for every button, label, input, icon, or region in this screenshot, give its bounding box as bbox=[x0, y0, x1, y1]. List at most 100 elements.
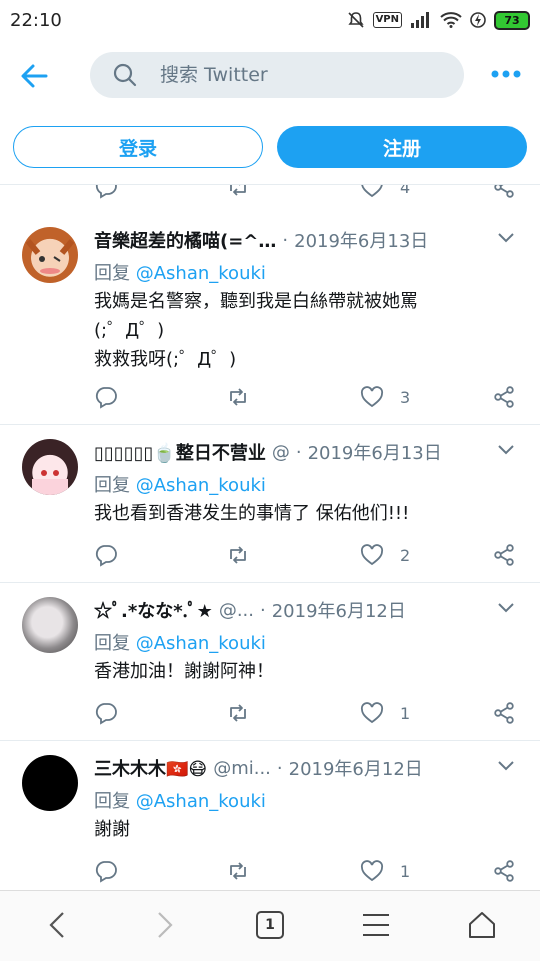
avatar[interactable] bbox=[22, 597, 78, 653]
author-name[interactable]: 三木木木🇭🇰😷 bbox=[94, 755, 207, 781]
home-button[interactable] bbox=[462, 907, 502, 943]
share-button[interactable] bbox=[492, 857, 516, 885]
like-button[interactable]: 3 bbox=[360, 383, 410, 411]
home-icon bbox=[469, 912, 495, 938]
retweet-icon bbox=[230, 704, 246, 722]
tweet-item[interactable]: ▯▯▯▯▯▯🍵整日不营业 @ · 2019年6月13日 回复 @Ashan_ko… bbox=[0, 425, 540, 583]
chevron-down-icon[interactable] bbox=[496, 443, 516, 457]
like-button[interactable]: 1 bbox=[360, 699, 410, 727]
tweet-date[interactable]: 2019年6月12日 bbox=[289, 755, 423, 781]
status-bar: 22:10 VPN 73 bbox=[0, 0, 540, 40]
tweet-content: 音樂超差的橘喵(=^… · 2019年6月13日 回复 @Ashan_kouki… bbox=[94, 225, 526, 374]
tweet-header: ☆ﾟ.*なな*.ﾟ★ @... · 2019年6月12日 bbox=[94, 595, 526, 625]
tweet-item[interactable]: ☆ﾟ.*なな*.ﾟ★ @... · 2019年6月12日 回复 @Ashan_k… bbox=[0, 583, 540, 741]
mention-link[interactable]: @Ashan_kouki bbox=[136, 633, 266, 654]
reply-icon bbox=[95, 545, 117, 567]
separator-dot: · bbox=[259, 599, 266, 621]
chevron-left-icon bbox=[49, 912, 64, 938]
author-handle[interactable]: @mi... bbox=[213, 758, 271, 779]
reply-button[interactable] bbox=[94, 541, 118, 569]
mention-link[interactable]: @Ashan_kouki bbox=[136, 263, 266, 284]
retweet-icon bbox=[230, 546, 246, 564]
search-icon bbox=[113, 63, 137, 87]
tweet-content: ☆ﾟ.*なな*.ﾟ★ @... · 2019年6月12日 回复 @Ashan_k… bbox=[94, 595, 526, 686]
heart-icon bbox=[360, 386, 384, 408]
chevron-down-icon[interactable] bbox=[496, 759, 516, 773]
author-name[interactable]: 音樂超差的橘喵(=^… bbox=[94, 227, 276, 253]
mention-link[interactable]: @Ashan_kouki bbox=[136, 475, 266, 496]
reply-button[interactable] bbox=[94, 185, 118, 201]
share-button[interactable] bbox=[492, 185, 516, 201]
share-button[interactable] bbox=[492, 541, 516, 569]
avatar-art bbox=[32, 470, 68, 495]
heart-icon bbox=[360, 860, 384, 882]
tweet-actions: 1 bbox=[94, 699, 524, 727]
reply-context: 回复 @Ashan_kouki bbox=[94, 629, 526, 655]
separator-dot: · bbox=[295, 441, 302, 463]
tweet-text: 我媽是名警察，聽到我是白絲帶就被她罵 (;゜Д゜) 救救我呀(;゜Д゜) bbox=[94, 291, 418, 370]
chevron-down-icon[interactable] bbox=[496, 231, 516, 245]
author-handle[interactable]: @ bbox=[272, 442, 290, 463]
like-button[interactable]: 4 bbox=[360, 184, 411, 201]
reply-button[interactable] bbox=[94, 699, 118, 727]
tabs-button[interactable]: 1 bbox=[250, 907, 290, 943]
chevron-right-icon bbox=[158, 912, 173, 938]
retweet-button[interactable] bbox=[226, 857, 250, 885]
retweet-button[interactable] bbox=[226, 185, 250, 201]
reply-button[interactable] bbox=[94, 857, 118, 885]
tweet-date[interactable]: 2019年6月12日 bbox=[272, 597, 406, 623]
menu-button[interactable] bbox=[356, 907, 396, 943]
retweet-button[interactable] bbox=[226, 699, 250, 727]
tweet-item[interactable]: 三木木木🇭🇰😷 @mi... · 2019年6月12日 回复 @Ashan_ko… bbox=[0, 741, 540, 891]
share-icon bbox=[494, 702, 514, 724]
tweet-item[interactable]: 音樂超差的橘喵(=^… · 2019年6月13日 回复 @Ashan_kouki… bbox=[0, 213, 540, 425]
retweet-button[interactable] bbox=[226, 541, 250, 569]
like-count: 1 bbox=[400, 861, 411, 881]
avatar[interactable] bbox=[22, 439, 78, 495]
tweet-text: 香港加油！謝謝阿神！ bbox=[94, 661, 274, 682]
status-time: 22:10 bbox=[10, 9, 62, 31]
like-count: 2 bbox=[400, 545, 411, 565]
back-arrow-icon[interactable] bbox=[16, 58, 52, 94]
like-button[interactable]: 1 bbox=[360, 857, 410, 885]
reply-prefix: 回复 bbox=[94, 475, 130, 496]
tweet-actions: 1 bbox=[94, 857, 524, 885]
more-options-icon[interactable] bbox=[490, 64, 522, 84]
reply-button[interactable] bbox=[94, 383, 118, 411]
search-input[interactable] bbox=[158, 63, 422, 87]
menu-icon bbox=[363, 914, 389, 936]
signup-button[interactable]: 注册 bbox=[277, 126, 527, 168]
tweet-header: 音樂超差的橘喵(=^… · 2019年6月13日 bbox=[94, 225, 526, 255]
vpn-badge: VPN bbox=[372, 12, 402, 28]
chevron-down-icon[interactable] bbox=[496, 601, 516, 615]
share-icon bbox=[494, 185, 514, 198]
avatar[interactable] bbox=[22, 227, 78, 283]
reply-prefix: 回复 bbox=[94, 633, 130, 654]
retweet-icon bbox=[230, 388, 246, 406]
share-button[interactable] bbox=[492, 699, 516, 727]
retweet-button[interactable] bbox=[226, 383, 250, 411]
login-button[interactable]: 登录 bbox=[13, 126, 263, 168]
author-name[interactable]: ☆ﾟ.*なな*.ﾟ★ bbox=[94, 597, 213, 623]
nav-back-button[interactable] bbox=[38, 907, 78, 943]
author-name[interactable]: ▯▯▯▯▯▯🍵整日不营业 bbox=[94, 439, 266, 465]
share-button[interactable] bbox=[492, 383, 516, 411]
like-count: 1 bbox=[400, 703, 411, 723]
status-icons: VPN 73 bbox=[347, 10, 530, 30]
search-bar[interactable] bbox=[90, 52, 464, 98]
separator-dot: · bbox=[282, 229, 289, 251]
tweet-content: 三木木木🇭🇰😷 @mi... · 2019年6月12日 回复 @Ashan_ko… bbox=[94, 753, 526, 844]
like-button[interactable]: 2 bbox=[360, 541, 410, 569]
like-count: 4 bbox=[400, 184, 411, 197]
tweet-header: ▯▯▯▯▯▯🍵整日不营业 @ · 2019年6月13日 bbox=[94, 437, 526, 467]
avatar[interactable] bbox=[22, 755, 78, 811]
mention-link[interactable]: @Ashan_kouki bbox=[136, 791, 266, 812]
retweet-icon bbox=[230, 862, 246, 880]
tweet-date[interactable]: 2019年6月13日 bbox=[294, 227, 428, 253]
author-handle[interactable]: @... bbox=[219, 600, 254, 621]
tweet-text: 我也看到香港发生的事情了 保佑他们!!! bbox=[94, 503, 410, 524]
tweet-date[interactable]: 2019年6月13日 bbox=[308, 439, 442, 465]
nav-forward-button[interactable] bbox=[144, 907, 184, 943]
reply-feed: 4 音樂超差的橘喵(=^… · 2019年6月13日 回复 @Ashan_kou… bbox=[0, 184, 540, 891]
auth-buttons: 登录 注册 bbox=[0, 126, 540, 170]
